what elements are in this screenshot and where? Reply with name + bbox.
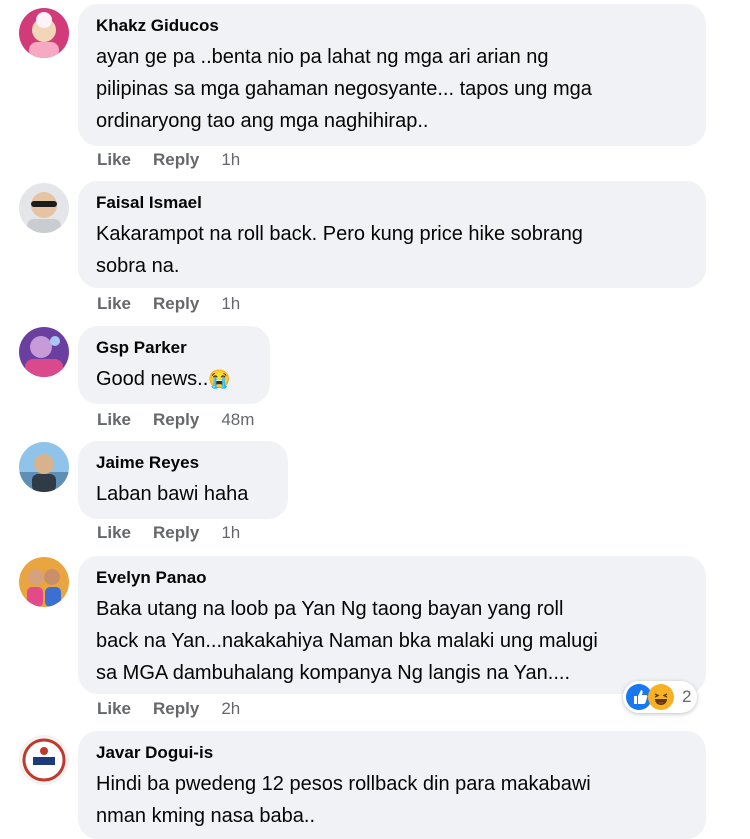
- reply-link[interactable]: Reply: [153, 410, 199, 430]
- comment-timestamp[interactable]: 48m: [221, 410, 254, 430]
- reply-link[interactable]: Reply: [153, 294, 199, 314]
- commenter-name[interactable]: Khakz Giducos: [96, 13, 688, 39]
- like-link[interactable]: Like: [97, 150, 131, 170]
- reaction-count: 2: [682, 687, 692, 706]
- commenter-name[interactable]: Faisal Ismael: [96, 190, 688, 216]
- commenter-name[interactable]: Evelyn Panao: [96, 565, 688, 591]
- like-link[interactable]: Like: [97, 523, 131, 543]
- comment-text: Laban bawi haha: [96, 483, 249, 505]
- comment-actions: Like Reply 2h: [97, 699, 262, 719]
- avatar[interactable]: [19, 735, 69, 785]
- reply-link[interactable]: Reply: [153, 523, 199, 543]
- commenter-name[interactable]: Gsp Parker: [96, 335, 252, 361]
- comment-actions: Like Reply 1h: [97, 150, 262, 170]
- comment-actions: Like Reply 48m: [97, 410, 276, 430]
- comment-bubble: Jaime Reyes Laban bawi haha: [78, 441, 288, 519]
- like-link[interactable]: Like: [97, 699, 131, 719]
- comment-bubble: Gsp Parker Good news..😭: [78, 326, 270, 404]
- comment-text: Good news..: [96, 368, 209, 390]
- comment-text: Baka utang na loob pa Yan Ng taong bayan…: [96, 598, 598, 684]
- like-link[interactable]: Like: [97, 294, 131, 314]
- comment-text: Kakarampot na roll back. Pero kung price…: [96, 223, 583, 277]
- avatar[interactable]: [19, 442, 69, 492]
- comment-actions: Like Reply 1h: [97, 523, 262, 543]
- reaction-summary[interactable]: 2: [623, 681, 698, 713]
- comment-actions: Like Reply 1h: [97, 294, 262, 314]
- avatar[interactable]: [19, 557, 69, 607]
- comment-timestamp[interactable]: 1h: [221, 523, 240, 543]
- comment-bubble: Khakz Giducos ayan ge pa ..benta nio pa …: [78, 4, 706, 146]
- haha-icon: [648, 684, 674, 710]
- comment-timestamp[interactable]: 1h: [221, 294, 240, 314]
- comment-timestamp[interactable]: 1h: [221, 150, 240, 170]
- commenter-name[interactable]: Jaime Reyes: [96, 450, 270, 476]
- comment-bubble: Faisal Ismael Kakarampot na roll back. P…: [78, 181, 706, 288]
- avatar[interactable]: [19, 183, 69, 233]
- like-link[interactable]: Like: [97, 410, 131, 430]
- comment-text: Hindi ba pwedeng 12 pesos rollback din p…: [96, 773, 591, 827]
- reply-link[interactable]: Reply: [153, 150, 199, 170]
- reply-link[interactable]: Reply: [153, 699, 199, 719]
- comment-bubble: Javar Dogui-is Hindi ba pwedeng 12 pesos…: [78, 731, 706, 839]
- avatar[interactable]: [19, 327, 69, 377]
- comment-text: ayan ge pa ..benta nio pa lahat ng mga a…: [96, 46, 592, 132]
- emoji-crying: 😭: [208, 369, 231, 389]
- avatar[interactable]: [19, 8, 69, 58]
- comment-bubble: Evelyn Panao Baka utang na loob pa Yan N…: [78, 556, 706, 694]
- comment-timestamp[interactable]: 2h: [221, 699, 240, 719]
- commenter-name[interactable]: Javar Dogui-is: [96, 740, 688, 766]
